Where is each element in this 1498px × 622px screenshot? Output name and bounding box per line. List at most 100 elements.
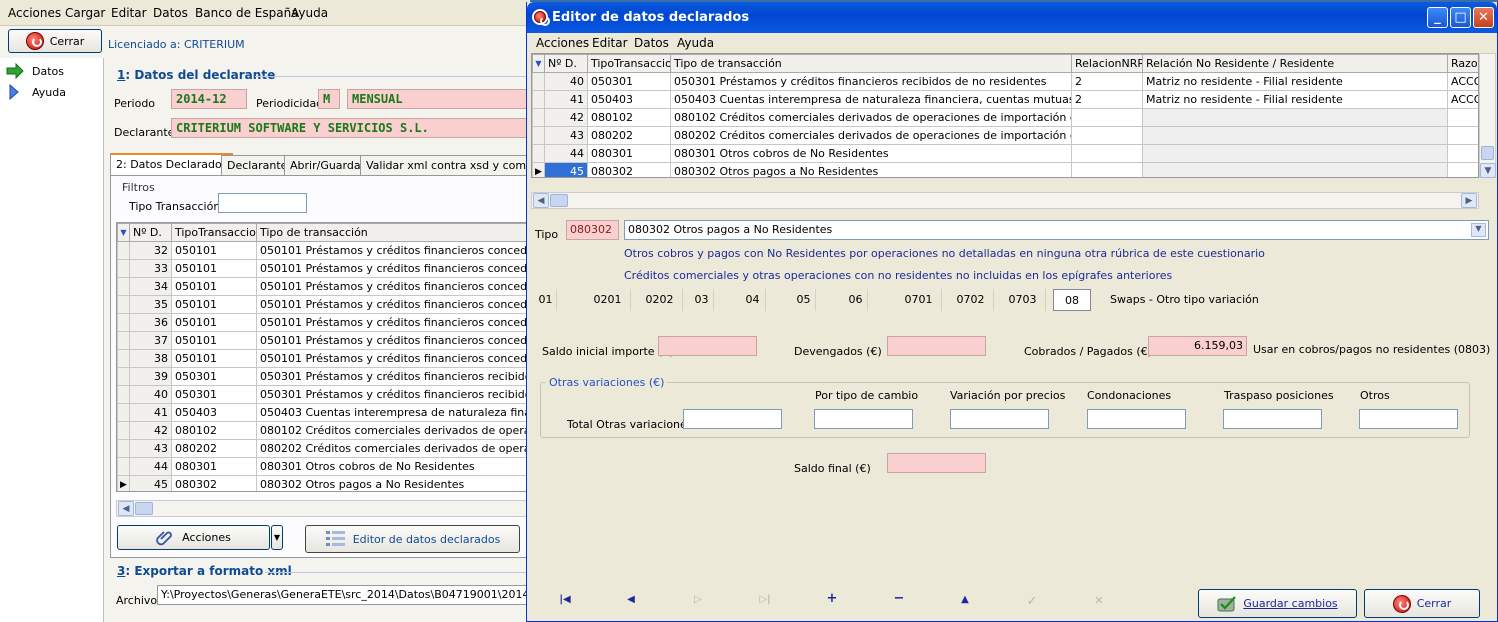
row-indicator[interactable] (532, 90, 545, 109)
tab-declarante[interactable]: Declarante (221, 155, 294, 175)
table-row[interactable]: 40 050301 050301 Préstamos y créditos fina… (532, 72, 1478, 91)
table-row[interactable]: 35 050101 050101 Préstamos y créditos fina… (117, 295, 529, 314)
traspaso-posiciones-field[interactable] (1223, 409, 1322, 429)
sidebar-item-ayuda[interactable]: Ayuda (6, 84, 66, 100)
sidebar-item-datos[interactable]: Datos (6, 63, 64, 79)
cell-relacionnrr[interactable]: 2 (1071, 90, 1143, 109)
col-header-tipotransaccion[interactable]: TipoTransaccion (587, 54, 671, 73)
nav-prev-icon[interactable]: ◀ (621, 594, 641, 605)
cell-nd[interactable]: 44 (544, 144, 588, 163)
nav-next-icon[interactable]: ▷ (688, 594, 708, 605)
tipo-code-field[interactable]: 080302 (566, 220, 619, 240)
row-indicator[interactable] (532, 72, 545, 91)
tab-abrir-guardar[interactable]: Abrir/Guardar (284, 155, 372, 175)
table-row[interactable]: 36 050101 050101 Préstamos y créditos fina… (117, 313, 529, 332)
cell-code[interactable]: 080301 (587, 144, 671, 163)
row-indicator[interactable] (117, 457, 130, 476)
cell-razon[interactable] (1447, 144, 1478, 163)
cell-razon[interactable] (1447, 126, 1478, 145)
condonaciones-field[interactable] (1087, 409, 1186, 429)
por-tipo-cambio-field[interactable] (814, 409, 913, 429)
total-otras-field[interactable] (683, 409, 782, 429)
cell-desc[interactable]: 050101 Préstamos y créditos financieros … (256, 313, 529, 332)
editor-menu-ayuda[interactable]: Ayuda (677, 36, 714, 50)
table-row[interactable]: 37 050101 050101 Préstamos y créditos fina… (117, 331, 529, 350)
col-header-razon[interactable]: Razon (1447, 54, 1478, 73)
cell-code[interactable]: 080102 (587, 108, 671, 127)
code-box-0202[interactable]: 0202 (637, 289, 683, 311)
horizontal-scrollbar[interactable]: ◀ (116, 500, 530, 517)
menu-cargar[interactable]: Cargar (65, 6, 105, 20)
cell-nd[interactable]: 42 (544, 108, 588, 127)
table-row[interactable]: 40 050301 050301 Préstamos y créditos fina… (117, 385, 529, 404)
col-header-relacionnrr[interactable]: RelacionNRR (1071, 54, 1143, 73)
cell-code[interactable]: 050101 (171, 295, 257, 314)
code-box-0703[interactable]: 0703 (1000, 289, 1046, 311)
cell-code[interactable]: 050301 (171, 367, 257, 386)
cell-code[interactable]: 050101 (171, 331, 257, 350)
cell-code[interactable]: 080301 (171, 457, 257, 476)
variacion-precios-field[interactable] (950, 409, 1049, 429)
cell-desc[interactable]: 050101 Préstamos y créditos financieros … (256, 259, 529, 278)
row-indicator[interactable] (117, 385, 130, 404)
cell-razon[interactable] (1447, 108, 1478, 127)
cell-code[interactable]: 080202 (171, 439, 257, 458)
scroll-thumb[interactable] (1481, 146, 1494, 160)
devengados-field[interactable] (887, 336, 986, 356)
table-row[interactable]: 38 050101 050101 Préstamos y créditos fina… (117, 349, 529, 368)
cell-desc[interactable]: 080202 Créditos comerciales derivados de… (256, 439, 529, 458)
cell-desc[interactable]: 050101 Préstamos y créditos financieros … (256, 295, 529, 314)
row-indicator[interactable] (117, 313, 130, 332)
cell-code[interactable]: 050403 (587, 90, 671, 109)
code-box-04[interactable]: 04 (740, 289, 766, 311)
cell-desc[interactable]: 080102 Créditos comerciales derivados de… (670, 108, 1072, 127)
cell-code[interactable]: 050301 (171, 385, 257, 404)
cell-nd[interactable]: 39 (129, 367, 172, 386)
nav-edit-icon[interactable]: ▲ (955, 594, 975, 605)
row-indicator[interactable] (532, 126, 545, 145)
editor-menu-acciones[interactable]: Acciones (536, 36, 589, 50)
cell-code[interactable]: 050403 (171, 403, 257, 422)
cell-relacionnrr[interactable] (1071, 126, 1143, 145)
row-indicator[interactable] (117, 295, 130, 314)
code-box-01[interactable]: 01 (535, 289, 557, 311)
cell-nd[interactable]: 41 (544, 90, 588, 109)
cell-desc[interactable]: 050403 Cuentas interempresa de naturalez… (256, 403, 529, 422)
editor-titlebar[interactable]: Editor de datos declarados _ □ ✕ (527, 2, 1497, 33)
table-row[interactable]: 34 050101 050101 Préstamos y créditos fina… (117, 277, 529, 296)
cell-desc[interactable]: 050301 Préstamos y créditos financieros … (256, 367, 529, 386)
table-row[interactable]: 43 080202 080202 Créditos comerciales deri… (117, 439, 529, 458)
cell-relacionnrr[interactable] (1071, 162, 1143, 177)
nav-delete-icon[interactable]: − (889, 591, 909, 606)
minimize-icon[interactable]: _ (1427, 7, 1448, 28)
cell-desc[interactable]: 080102 Créditos comerciales derivados de… (256, 421, 529, 440)
cell-desc[interactable]: 050403 Cuentas interempresa de naturalez… (670, 90, 1072, 109)
cell-relacion-texto[interactable]: Matriz no residente - Filial residente (1142, 90, 1448, 109)
scroll-down-icon[interactable]: ▼ (1480, 163, 1496, 178)
cell-code[interactable]: 050101 (171, 349, 257, 368)
table-row[interactable]: 43 080202 080202 Créditos comerciales deri… (532, 126, 1478, 145)
acciones-dropdown-button[interactable]: ▼ (271, 525, 283, 550)
menu-datos[interactable]: Datos (153, 6, 188, 20)
editor-horizontal-scrollbar[interactable]: ◀ ▶ (531, 192, 1479, 209)
scroll-thumb[interactable] (550, 194, 568, 207)
col-header-relacion-no-residente[interactable]: Relación No Residente / Residente (1142, 54, 1448, 73)
cell-code[interactable]: 050101 (171, 277, 257, 296)
cell-nd[interactable]: 35 (129, 295, 172, 314)
table-row[interactable]: 32 050101 050101 Préstamos y créditos fina… (117, 241, 529, 260)
tab-validar-xml[interactable]: Validar xml contra xsd y comprimir (360, 155, 559, 175)
col-header-nd[interactable]: Nº D. (544, 54, 588, 73)
cell-code[interactable]: 050101 (171, 259, 257, 278)
cell-relacion-texto[interactable] (1142, 144, 1448, 163)
cell-relacionnrr[interactable] (1071, 144, 1143, 163)
vertical-scrollbar[interactable]: ▼ (1479, 53, 1496, 178)
menu-ayuda[interactable]: Ayuda (291, 6, 328, 20)
table-row[interactable]: ▶ 45 080302 080302 Otros pagos a No Residen… (117, 475, 529, 491)
cell-desc[interactable]: 080202 Créditos comerciales derivados de… (670, 126, 1072, 145)
table-row[interactable]: 42 080102 080102 Créditos comerciales deri… (532, 108, 1478, 127)
row-indicator[interactable] (117, 349, 130, 368)
row-indicator[interactable] (117, 331, 130, 350)
row-indicator[interactable] (532, 144, 545, 163)
scroll-thumb[interactable] (135, 502, 153, 515)
code-box-0702[interactable]: 0702 (948, 289, 994, 311)
